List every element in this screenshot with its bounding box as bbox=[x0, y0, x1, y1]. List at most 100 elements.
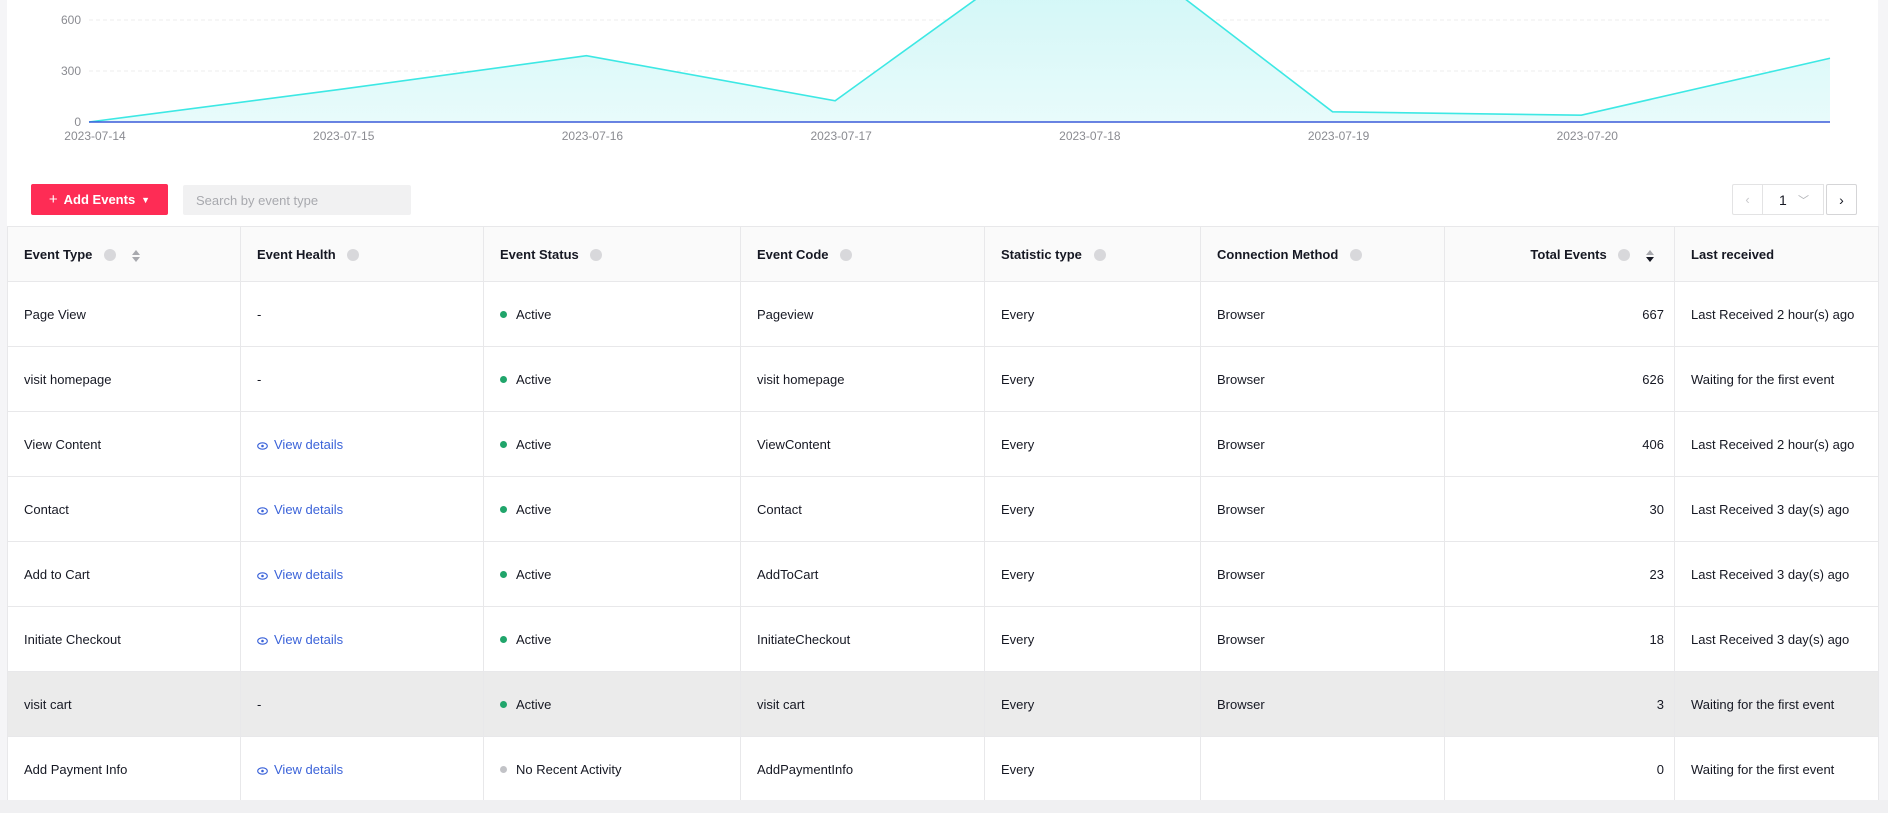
x-tick-label: 2023-07-17 bbox=[810, 129, 872, 143]
event-health-cell: View details bbox=[240, 411, 484, 477]
event-health-value: - bbox=[257, 696, 262, 712]
last-received-cell: Waiting for the first event bbox=[1674, 346, 1879, 412]
x-tick-label: 2023-07-20 bbox=[1557, 129, 1619, 143]
event-health-cell: View details bbox=[240, 736, 484, 802]
event-code-value: visit cart bbox=[757, 696, 805, 712]
table-row[interactable]: Add Payment Info View details No Recent Ac… bbox=[7, 736, 1879, 802]
event-type-cell: Initiate Checkout bbox=[7, 606, 241, 672]
last-received-cell: Waiting for the first event bbox=[1674, 671, 1879, 737]
event-status-cell: Active bbox=[483, 476, 741, 542]
chevron-right-icon: › bbox=[1839, 191, 1844, 208]
info-icon[interactable] bbox=[1349, 248, 1362, 261]
col-last-received-label: Last received bbox=[1691, 246, 1775, 262]
info-icon[interactable] bbox=[1618, 248, 1631, 261]
status-dot-icon bbox=[500, 570, 507, 578]
total-events-cell: 0 bbox=[1444, 736, 1675, 802]
last-received-cell: Waiting for the first event bbox=[1674, 736, 1879, 802]
event-code-cell: AddPaymentInfo bbox=[740, 736, 985, 802]
event-type-cell: Add Payment Info bbox=[7, 736, 241, 802]
event-code-value: AddPaymentInfo bbox=[757, 761, 854, 777]
table-row[interactable]: Initiate Checkout View details Active Initi… bbox=[7, 606, 1879, 672]
col-event-status-label: Event Status bbox=[500, 246, 579, 262]
view-details-link[interactable]: View details bbox=[257, 502, 343, 517]
x-tick-label: 2023-07-18 bbox=[1059, 129, 1121, 143]
event-code-value: Contact bbox=[757, 501, 802, 517]
event-health-cell: - bbox=[240, 671, 484, 737]
total-events-cell: 3 bbox=[1444, 671, 1675, 737]
info-icon[interactable] bbox=[347, 248, 360, 261]
status-dot-icon bbox=[500, 310, 507, 318]
statistic-type-cell: Every bbox=[984, 606, 1201, 672]
eye-icon bbox=[257, 766, 268, 775]
total-events-value: 3 bbox=[1656, 696, 1664, 712]
status-dot-icon bbox=[500, 440, 507, 448]
col-total-events[interactable]: Total Events bbox=[1444, 226, 1675, 282]
add-events-button[interactable]: + Add Events ▼ bbox=[31, 184, 168, 215]
table-row[interactable]: Page View - Active Pageview Every Browser 667 L… bbox=[7, 281, 1879, 347]
sort-icon[interactable] bbox=[131, 249, 140, 262]
x-tick-label: 2023-07-19 bbox=[1308, 129, 1370, 143]
connection-method-cell: Browser bbox=[1200, 476, 1445, 542]
view-details-link[interactable]: View details bbox=[257, 567, 343, 582]
y-tick-label: 600 bbox=[61, 13, 81, 27]
total-events-value: 23 bbox=[1649, 566, 1664, 582]
total-events-value: 18 bbox=[1649, 631, 1664, 647]
total-events-value: 406 bbox=[1642, 436, 1664, 452]
plus-icon: + bbox=[48, 191, 58, 208]
connection-method-value: Browser bbox=[1217, 501, 1265, 517]
statistic-type-value: Every bbox=[1001, 761, 1035, 777]
col-event-health: Event Health bbox=[240, 226, 484, 282]
event-code-value: Pageview bbox=[757, 306, 814, 322]
event-status-cell: Active bbox=[483, 346, 741, 412]
col-total-events-label: Total Events bbox=[1530, 246, 1607, 262]
prev-page-button[interactable]: ‹ bbox=[1732, 184, 1762, 215]
page-select[interactable]: 1 ﹀ bbox=[1762, 184, 1824, 215]
table-row[interactable]: Contact View details Active Contact Every Bro… bbox=[7, 476, 1879, 542]
col-event-type[interactable]: Event Type bbox=[7, 226, 241, 282]
last-received-cell: Last Received 3 day(s) ago bbox=[1674, 606, 1879, 672]
add-events-label: Add Events bbox=[63, 192, 136, 207]
view-details-link[interactable]: View details bbox=[257, 632, 343, 647]
sort-icon[interactable] bbox=[1646, 249, 1654, 262]
status-dot-icon bbox=[500, 505, 507, 513]
event-type-value: Contact bbox=[24, 501, 69, 517]
total-events-value: 0 bbox=[1656, 761, 1664, 777]
event-status-value: Active bbox=[516, 371, 552, 387]
view-details-label: View details bbox=[274, 436, 344, 452]
table-row[interactable]: visit homepage - Active visit homepage Every… bbox=[7, 346, 1879, 412]
search-input[interactable] bbox=[183, 185, 411, 215]
table-row[interactable]: View Content View details Active ViewConten… bbox=[7, 411, 1879, 477]
col-event-status: Event Status bbox=[483, 226, 741, 282]
info-icon[interactable] bbox=[840, 248, 853, 261]
total-events-value: 667 bbox=[1642, 306, 1664, 322]
event-status-value: Active bbox=[516, 436, 552, 452]
info-icon[interactable] bbox=[590, 248, 603, 261]
x-tick-label: 2023-07-15 bbox=[313, 129, 375, 143]
event-type-value: Add Payment Info bbox=[24, 761, 128, 777]
event-type-cell: Page View bbox=[7, 281, 241, 347]
info-icon[interactable] bbox=[1093, 248, 1106, 261]
event-code-value: visit homepage bbox=[757, 371, 845, 387]
view-details-link[interactable]: View details bbox=[257, 437, 343, 452]
x-tick-label: 2023-07-16 bbox=[562, 129, 624, 143]
last-received-value: Waiting for the first event bbox=[1691, 371, 1835, 387]
last-received-value: Waiting for the first event bbox=[1691, 696, 1835, 712]
event-code-cell: visit homepage bbox=[740, 346, 985, 412]
col-connection-method-label: Connection Method bbox=[1217, 246, 1339, 262]
col-statistic-type: Statistic type bbox=[984, 226, 1201, 282]
col-connection-method: Connection Method bbox=[1200, 226, 1445, 282]
statistic-type-cell: Every bbox=[984, 476, 1201, 542]
view-details-link[interactable]: View details bbox=[257, 762, 343, 777]
events-chart: 0 300 600 2023-07-14 2023-07-15 2023-07-16 20… bbox=[7, 0, 1878, 150]
table-row[interactable]: Add to Cart View details Active AddToCart Ev… bbox=[7, 541, 1879, 607]
col-event-health-label: Event Health bbox=[257, 246, 336, 262]
connection-method-cell: Browser bbox=[1200, 606, 1445, 672]
connection-method-value: Browser bbox=[1217, 436, 1265, 452]
next-page-button[interactable]: › bbox=[1826, 184, 1857, 215]
view-details-label: View details bbox=[274, 631, 344, 647]
connection-method-value: Browser bbox=[1217, 566, 1265, 582]
y-tick-label: 300 bbox=[61, 64, 81, 78]
info-icon[interactable] bbox=[104, 248, 117, 261]
table-row[interactable]: visit cart - Active visit cart Every Browser 3… bbox=[7, 671, 1879, 737]
table-header-row: Event Type Event Health Event Status Eve… bbox=[7, 226, 1879, 282]
